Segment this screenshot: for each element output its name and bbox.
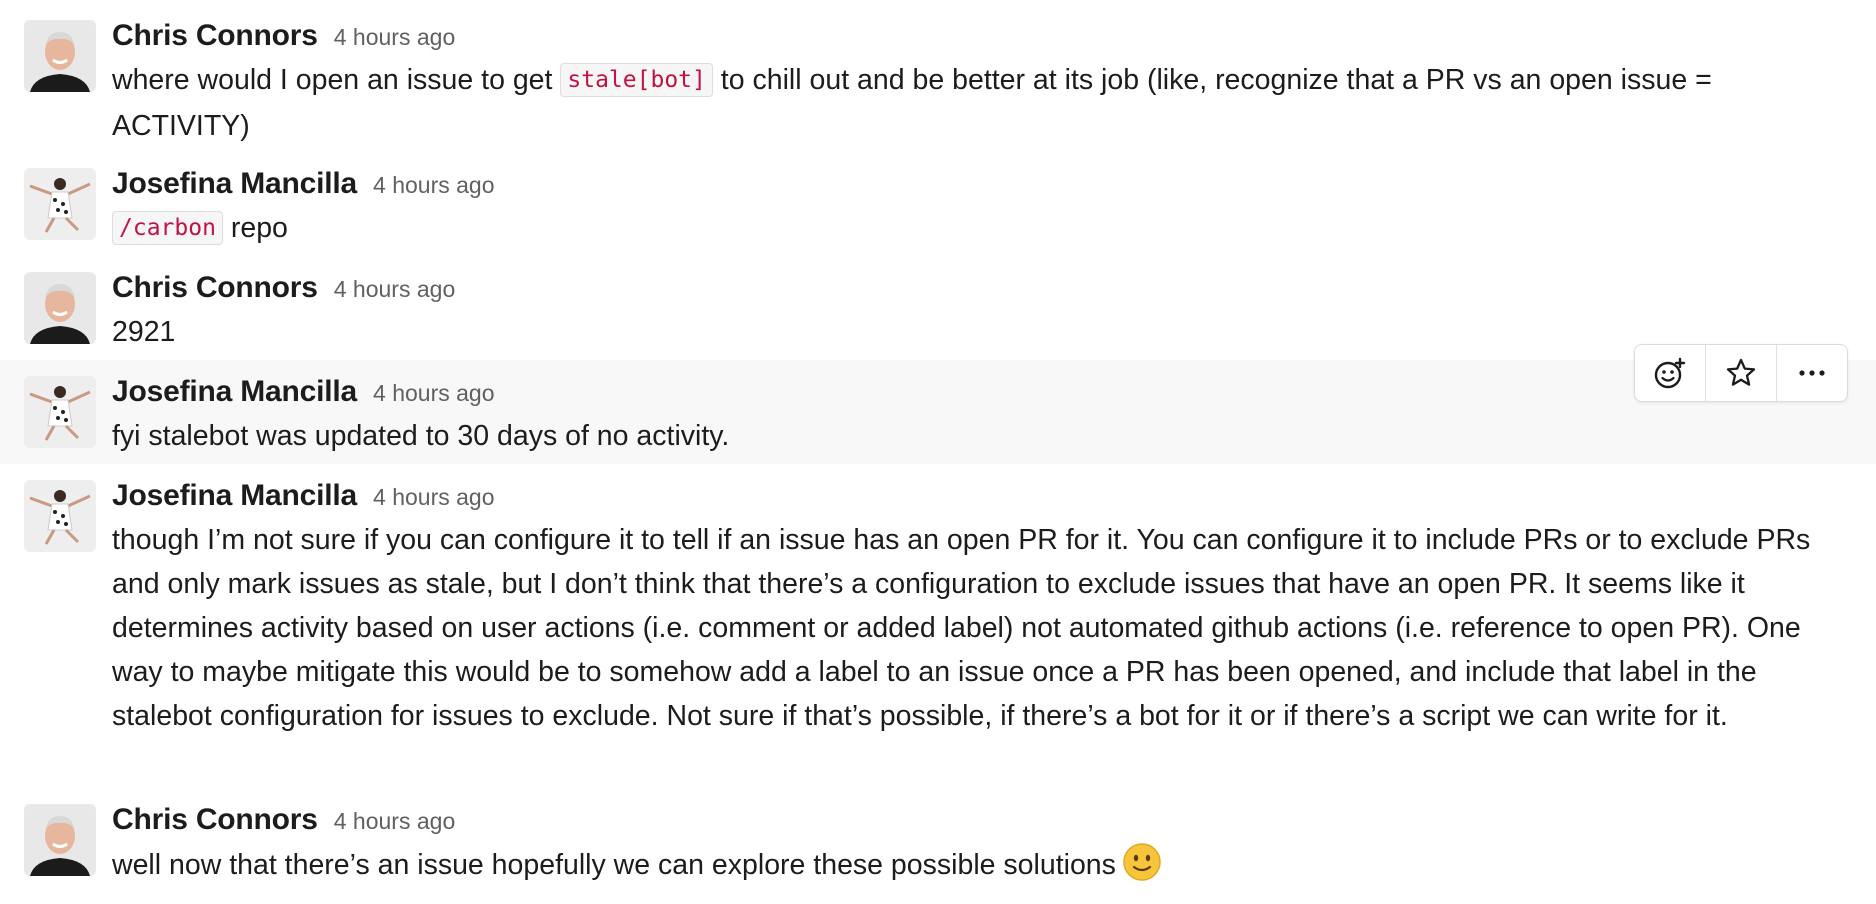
timestamp[interactable]: 4 hours ago [334, 267, 455, 311]
message-text-main: well now that there’s an issue hopefully… [112, 849, 1116, 881]
more-actions-button[interactable] [1777, 345, 1847, 401]
sender-name[interactable]: Josefina Mancilla [112, 370, 357, 414]
message-text: where would I open an issue to get stale… [112, 58, 1836, 148]
add-reaction-button[interactable] [1635, 345, 1706, 401]
avatar-josefina-mancilla[interactable] [24, 376, 96, 448]
message-item: Chris Connors 4 hours ago well now that … [0, 798, 1876, 898]
sender-name[interactable]: Chris Connors [112, 266, 318, 310]
avatar-chris-connors[interactable] [24, 20, 96, 92]
message-text: well now that there’s an issue hopefully… [112, 842, 1836, 887]
message-text: /carbon repo [112, 206, 1836, 252]
star-icon [1726, 358, 1756, 386]
message-item: Chris Connors 4 hours ago 2921 [0, 266, 1876, 352]
avatar-josefina-mancilla[interactable] [24, 480, 96, 552]
inline-code: /carbon [112, 211, 223, 245]
timestamp[interactable]: 4 hours ago [373, 371, 494, 415]
save-star-button[interactable] [1706, 345, 1777, 401]
add-reaction-icon [1654, 357, 1686, 389]
message-text: though I’m not sure if you can configure… [112, 524, 1811, 732]
sender-name[interactable]: Josefina Mancilla [112, 162, 357, 206]
more-actions-icon [1799, 370, 1825, 376]
message-item: Chris Connors 4 hours ago where would I … [0, 14, 1876, 144]
sender-name[interactable]: Chris Connors [112, 798, 318, 842]
message-text: 2921 [112, 316, 176, 348]
timestamp[interactable]: 4 hours ago [373, 163, 494, 207]
message-text: fyi stalebot was updated to 30 days of n… [112, 420, 730, 452]
message-thread: Chris Connors 4 hours ago where would I … [0, 0, 1876, 904]
message-item-hovered: Josefina Mancilla 4 hours ago fyi staleb… [0, 360, 1876, 464]
avatar-chris-connors[interactable] [24, 804, 96, 876]
message-item: Josefina Mancilla 4 hours ago though I’m… [0, 474, 1876, 784]
message-item: Josefina Mancilla 4 hours ago /carbon re… [0, 162, 1876, 248]
timestamp[interactable]: 4 hours ago [373, 475, 494, 519]
sender-name[interactable]: Chris Connors [112, 14, 318, 58]
sender-name[interactable]: Josefina Mancilla [112, 474, 357, 518]
timestamp[interactable]: 4 hours ago [334, 799, 455, 843]
inline-code: stale[bot] [560, 63, 713, 97]
message-text-before: where would I open an issue to get [112, 64, 553, 96]
slightly-smiling-face-icon [1122, 842, 1162, 882]
message-text-after: repo [230, 212, 288, 244]
avatar-chris-connors[interactable] [24, 272, 96, 344]
avatar-josefina-mancilla[interactable] [24, 168, 96, 240]
message-actions-toolbar [1634, 344, 1848, 402]
timestamp[interactable]: 4 hours ago [334, 15, 455, 59]
